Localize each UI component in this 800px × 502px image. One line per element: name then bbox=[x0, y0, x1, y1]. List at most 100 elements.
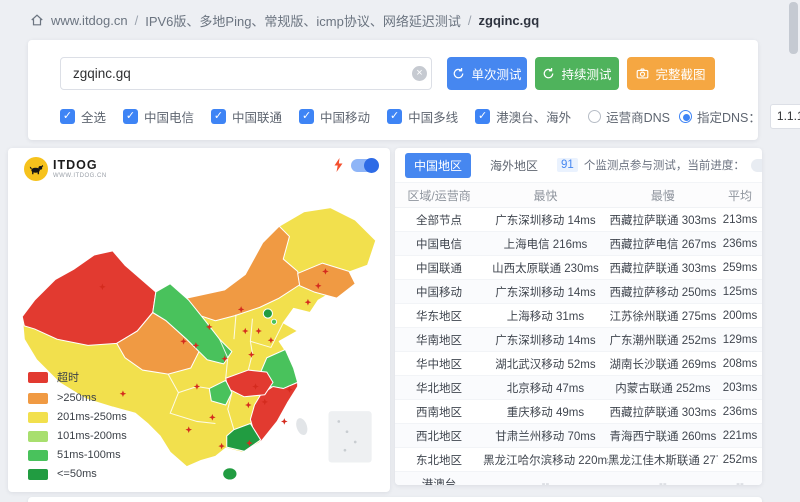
row-fastest: 上海移动 31ms bbox=[483, 308, 608, 324]
table-row[interactable]: 港澳台 -- -- -- bbox=[395, 472, 762, 485]
filter-checkbox[interactable]: ✓ 中国联通 bbox=[211, 107, 282, 126]
progress-percent: 99% bbox=[751, 159, 762, 172]
row-average: 236ms bbox=[718, 406, 762, 418]
row-slowest: 湖南长沙联通 269ms bbox=[608, 356, 718, 372]
row-slowest: 西藏拉萨移动 250ms bbox=[608, 284, 718, 300]
continuous-test-label: 持续测试 bbox=[561, 64, 611, 83]
row-fastest: 山西太原联通 230ms bbox=[483, 260, 608, 276]
table-row[interactable]: 华中地区 湖北武汉移动 52ms 湖南长沙联通 269ms 208ms bbox=[395, 352, 762, 376]
continuous-test-button[interactable]: 持续测试 bbox=[535, 57, 619, 90]
refresh-icon bbox=[452, 67, 465, 80]
filters-row: ✓ 全选 ✓ 中国电信 ✓ 中国联通 ✓ 中国移动 ✓ 中国多线 ✓ 港澳台、海… bbox=[60, 103, 740, 129]
table-row[interactable]: 全部节点 广东深圳移动 14ms 西藏拉萨联通 303ms 213ms bbox=[395, 208, 762, 232]
row-average: 252ms bbox=[718, 454, 762, 466]
region-tab[interactable]: 海外地区 bbox=[481, 153, 547, 178]
toggle-knob bbox=[364, 158, 379, 173]
row-region: 全部节点 bbox=[395, 212, 483, 228]
map-region bbox=[22, 251, 156, 346]
single-test-button[interactable]: 单次测试 bbox=[447, 57, 527, 90]
breadcrumb-current: zgqinc.gq bbox=[479, 13, 540, 28]
logo-subtitle: WWW.ITDOG.CN bbox=[53, 173, 107, 179]
map-region bbox=[271, 319, 276, 324]
table-row[interactable]: 中国移动 广东深圳移动 14ms 西藏拉萨移动 250ms 125ms bbox=[395, 280, 762, 304]
filter-checkbox[interactable]: ✓ 全选 bbox=[60, 107, 106, 126]
filter-label: 中国联通 bbox=[232, 107, 282, 126]
region-tabs: 中国地区 海外地区 bbox=[405, 153, 547, 178]
isp-filters: ✓ 全选 ✓ 中国电信 ✓ 中国联通 ✓ 中国移动 ✓ 中国多线 ✓ 港澳台、海… bbox=[60, 107, 571, 126]
row-fastest: 湖北武汉移动 52ms bbox=[483, 356, 608, 372]
row-fastest: 北京移动 47ms bbox=[483, 380, 608, 396]
legend-item: <=50ms bbox=[28, 468, 127, 480]
row-slowest: 西藏拉萨联通 303ms bbox=[608, 260, 718, 276]
dns-input[interactable] bbox=[770, 104, 800, 129]
row-region: 西北地区 bbox=[395, 428, 483, 444]
custom-dns-radio[interactable]: 指定DNS： bbox=[679, 107, 761, 126]
isp-dns-label: 运营商DNS bbox=[606, 107, 670, 126]
table-row[interactable]: 华南地区 广东深圳移动 14ms 广东潮州联通 252ms 129ms bbox=[395, 328, 762, 352]
legend-swatch bbox=[28, 372, 48, 383]
test-control-card: × 单次测试 持续测试 完整截图 ✓ 全选 ✓ 中国电信 ✓ 中国联通 ✓ 中国… bbox=[28, 40, 758, 140]
scrollbar-thumb[interactable] bbox=[789, 2, 798, 54]
filter-checkbox[interactable]: ✓ 港澳台、海外 bbox=[475, 107, 571, 126]
breadcrumb-path[interactable]: IPV6版、多地Ping、常规版、icmp协议、网络延迟测试 bbox=[145, 11, 461, 30]
legend-swatch bbox=[28, 450, 48, 461]
filter-checkbox[interactable]: ✓ 中国移动 bbox=[299, 107, 370, 126]
row-fastest: 上海电信 216ms bbox=[483, 236, 608, 252]
logo-title: ITDOG bbox=[53, 159, 107, 172]
row-region: 中国电信 bbox=[395, 236, 483, 252]
row-fastest: 重庆移动 49ms bbox=[483, 404, 608, 420]
row-average: 129ms bbox=[718, 334, 762, 346]
refresh-icon bbox=[542, 67, 555, 80]
table-row[interactable]: 西北地区 甘肃兰州移动 70ms 青海西宁联通 260ms 221ms bbox=[395, 424, 762, 448]
filter-checkbox[interactable]: ✓ 中国多线 bbox=[387, 107, 458, 126]
row-slowest: -- bbox=[608, 478, 718, 486]
table-row[interactable]: 中国联通 山西太原联通 230ms 西藏拉萨联通 303ms 259ms bbox=[395, 256, 762, 280]
row-fastest: -- bbox=[483, 478, 608, 486]
progress-group: 91 个监测点参与测试，当前进度： 99% bbox=[557, 157, 762, 173]
row-region: 华北地区 bbox=[395, 380, 483, 396]
results-table-header: 区域/运营商 最快 最慢 平均 bbox=[395, 182, 762, 208]
row-average: 221ms bbox=[718, 430, 762, 442]
legend-label: 超时 bbox=[57, 369, 79, 385]
row-region: 华东地区 bbox=[395, 308, 483, 324]
row-slowest: 江苏徐州联通 275ms bbox=[608, 308, 718, 324]
breadcrumb-separator: / bbox=[135, 13, 139, 28]
legend-label: 201ms-250ms bbox=[57, 411, 127, 423]
row-slowest: 黑龙江佳木斯联通 277ms bbox=[608, 452, 718, 468]
table-row[interactable]: 西南地区 重庆移动 49ms 西藏拉萨联通 303ms 236ms bbox=[395, 400, 762, 424]
row-slowest: 广东潮州联通 252ms bbox=[608, 332, 718, 348]
host-input[interactable] bbox=[60, 57, 432, 90]
progress-bar: 99% bbox=[751, 159, 762, 172]
dog-icon bbox=[24, 157, 48, 181]
legend-item: 201ms-250ms bbox=[28, 411, 127, 423]
results-table-body: 全部节点 广东深圳移动 14ms 西藏拉萨联通 303ms 213ms 中国电信… bbox=[395, 208, 762, 485]
header-slowest: 最慢 bbox=[608, 187, 718, 204]
legend-swatch bbox=[28, 469, 48, 480]
header-region: 区域/运营商 bbox=[395, 187, 483, 204]
map-toggle[interactable] bbox=[351, 159, 378, 172]
legend-label: >250ms bbox=[57, 392, 96, 404]
legend-item: 101ms-200ms bbox=[28, 430, 127, 442]
filter-label: 中国电信 bbox=[144, 107, 194, 126]
single-test-label: 单次测试 bbox=[471, 64, 521, 83]
region-tab[interactable]: 中国地区 bbox=[405, 153, 471, 178]
table-row[interactable]: 东北地区 黑龙江哈尔滨移动 220ms 黑龙江佳木斯联通 277ms 252ms bbox=[395, 448, 762, 472]
isp-dns-radio[interactable]: 运营商DNS bbox=[588, 107, 670, 126]
table-row[interactable]: 华北地区 北京移动 47ms 内蒙古联通 252ms 203ms bbox=[395, 376, 762, 400]
header-average: 平均 bbox=[718, 187, 762, 204]
row-average: 259ms bbox=[718, 262, 762, 274]
table-row[interactable]: 中国电信 上海电信 216ms 西藏拉萨电信 267ms 236ms bbox=[395, 232, 762, 256]
legend-item: >250ms bbox=[28, 392, 127, 404]
progress-label: 个监测点参与测试，当前进度： bbox=[584, 157, 745, 173]
clear-input-icon[interactable]: × bbox=[412, 66, 427, 81]
row-slowest: 西藏拉萨电信 267ms bbox=[608, 236, 718, 252]
row-fastest: 广东深圳移动 14ms bbox=[483, 284, 608, 300]
radio-icon bbox=[588, 110, 601, 123]
filter-checkbox[interactable]: ✓ 中国电信 bbox=[123, 107, 194, 126]
table-row[interactable]: 华东地区 上海移动 31ms 江苏徐州联通 275ms 200ms bbox=[395, 304, 762, 328]
full-screenshot-button[interactable]: 完整截图 bbox=[627, 57, 715, 90]
breadcrumb-site[interactable]: www.itdog.cn bbox=[51, 13, 128, 28]
lightning-icon[interactable] bbox=[333, 158, 344, 172]
checkbox-icon: ✓ bbox=[123, 109, 138, 124]
row-slowest: 西藏拉萨联通 303ms bbox=[608, 212, 718, 228]
